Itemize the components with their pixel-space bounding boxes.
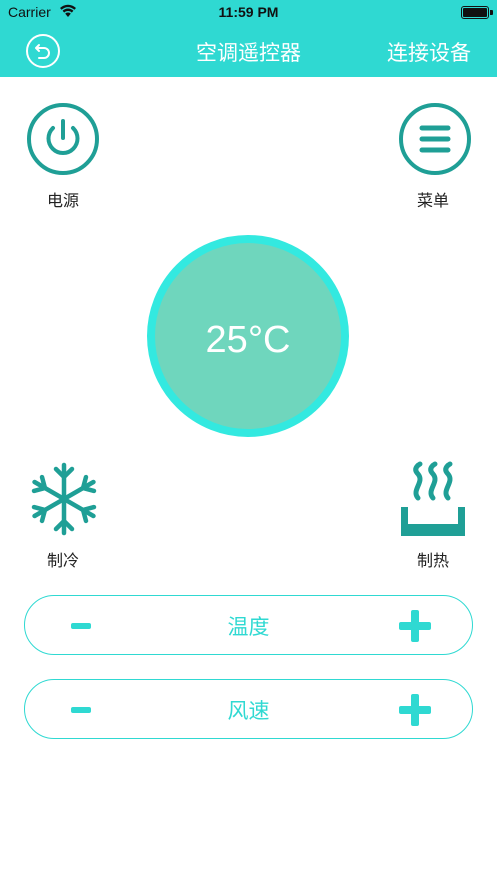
cool-label: 制冷	[46, 551, 79, 570]
menu-icon	[419, 125, 451, 153]
heat-label: 制热	[416, 551, 449, 570]
temperature-increase-button[interactable]	[399, 610, 431, 642]
snowflake-icon[interactable]	[27, 460, 101, 538]
power-label: 电源	[46, 191, 79, 210]
fan-speed-increase-button[interactable]	[399, 694, 431, 726]
menu-label: 菜单	[416, 191, 449, 210]
power-icon	[46, 119, 80, 155]
fan-speed-adjuster: 风速	[24, 679, 473, 739]
connect-device-button[interactable]: 连接设备	[387, 37, 471, 67]
status-bar: Carrier 11:59 PM	[0, 0, 497, 26]
nav-bar: 空调遥控器 连接设备	[0, 26, 497, 77]
temperature-dial: 25°C	[147, 235, 349, 437]
heat-icon[interactable]	[398, 460, 468, 538]
battery-icon	[461, 6, 493, 19]
menu-button[interactable]	[399, 103, 471, 175]
temperature-adjuster: 温度	[24, 595, 473, 655]
power-button[interactable]	[27, 103, 99, 175]
temperature-value: 25°C	[205, 319, 291, 361]
status-time: 11:59 PM	[218, 4, 279, 20]
